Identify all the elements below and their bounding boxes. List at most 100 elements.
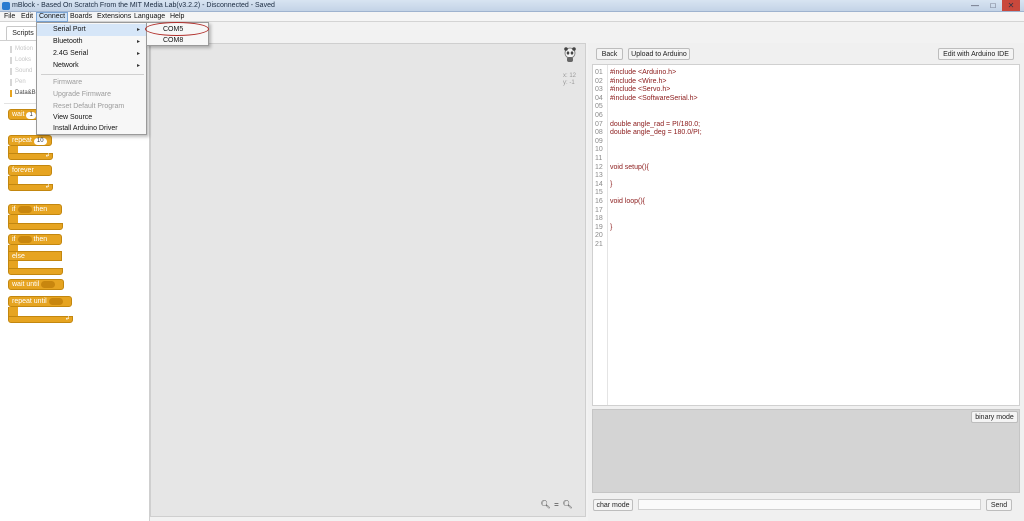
repeat-count-input[interactable]: 10 xyxy=(33,138,47,145)
zoom-reset-button[interactable]: = xyxy=(551,500,562,510)
menu-language[interactable]: Language xyxy=(132,12,167,22)
menu-bar: File Edit Connect Boards Extensions Lang… xyxy=(0,12,1024,22)
code-line: } xyxy=(610,223,613,231)
line-number: 02 xyxy=(595,77,603,85)
zoom-out-icon[interactable]: 🔍︎ xyxy=(540,500,551,510)
line-number: 11 xyxy=(595,155,603,162)
condition-slot[interactable] xyxy=(48,297,63,305)
if-then-foot xyxy=(8,223,63,230)
line-number: 04 xyxy=(595,94,603,102)
menu-item-label: Bluetooth xyxy=(53,38,83,45)
line-number: 19 xyxy=(595,223,603,231)
menu-item-label: 2.4G Serial xyxy=(53,50,89,57)
condition-slot[interactable] xyxy=(17,205,32,213)
loop-arrow-icon: ↲ xyxy=(44,153,50,159)
menu-item-24g-serial[interactable]: 2.4G Serial ▸ xyxy=(37,48,146,60)
menu-help[interactable]: Help xyxy=(168,12,186,22)
code-line: void loop(){ xyxy=(610,198,646,205)
port-com8[interactable]: COM8 xyxy=(147,35,208,46)
menu-connect[interactable]: Connect xyxy=(36,12,69,22)
category-sound[interactable]: Sound xyxy=(10,67,38,76)
line-number: 06 xyxy=(595,112,603,119)
repeat-until-block[interactable]: repeat until xyxy=(8,296,72,307)
wait-until-block[interactable]: wait until xyxy=(8,279,64,290)
annotation-circle xyxy=(145,22,209,36)
loop-arrow-icon: ↲ xyxy=(64,316,70,322)
tab-scripts[interactable]: Scripts xyxy=(6,26,40,40)
code-line: #include <Wire.h> xyxy=(610,77,667,85)
line-number: 12 xyxy=(595,163,603,171)
if-label: if xyxy=(12,206,16,213)
line-number: 08 xyxy=(595,129,603,137)
code-line: } xyxy=(610,180,613,188)
category-data-blocks[interactable]: Data&Blocks xyxy=(10,89,49,98)
title-bar: mBlock - Based On Scratch From the MIT M… xyxy=(0,0,1024,12)
menu-extensions[interactable]: Extensions xyxy=(95,12,133,22)
zoom-in-icon[interactable]: 🔍︎ xyxy=(562,500,573,510)
else-section: else xyxy=(8,251,62,261)
window-title: mBlock - Based On Scratch From the MIT M… xyxy=(12,2,275,9)
submenu-arrow-icon: ▸ xyxy=(136,63,140,69)
code-line: void setup(){ xyxy=(610,163,649,171)
send-button[interactable]: Send xyxy=(986,499,1012,511)
submenu-arrow-icon: ▸ xyxy=(136,39,140,45)
menu-file[interactable]: File xyxy=(2,12,17,22)
code-editor[interactable]: 01 #include <Arduino.h> 02 #include <Wire.h… xyxy=(592,64,1020,406)
panda-sprite-icon[interactable] xyxy=(563,47,577,63)
wait-label: wait xyxy=(12,111,25,118)
minimize-button[interactable]: — xyxy=(966,0,984,11)
wait-seconds-input[interactable]: 1 xyxy=(26,112,36,119)
menu-item-serial-port[interactable]: Serial Port ▸ xyxy=(37,24,146,36)
serial-input[interactable] xyxy=(638,499,981,510)
repeat-until-foot: ↲ xyxy=(8,316,73,323)
loop-arrow-icon: ↲ xyxy=(44,184,50,190)
coord-y: y: -1 xyxy=(563,80,575,86)
menu-boards[interactable]: Boards xyxy=(68,12,94,22)
menu-item-upgrade-firmware: Upgrade Firmware xyxy=(53,91,111,98)
line-number: 18 xyxy=(595,215,603,223)
scripts-area[interactable] xyxy=(150,43,586,517)
category-motion[interactable]: Motion xyxy=(10,45,38,54)
menu-edit[interactable]: Edit xyxy=(19,12,35,22)
if-then-block[interactable]: if then xyxy=(8,204,62,215)
menu-separator xyxy=(41,74,144,75)
category-looks[interactable]: Looks xyxy=(10,56,38,65)
app-icon xyxy=(2,2,10,10)
gutter-divider xyxy=(607,65,608,405)
binary-mode-button[interactable]: binary mode xyxy=(971,411,1018,423)
maximize-button[interactable]: □ xyxy=(984,0,1002,11)
edit-with-arduino-ide-button[interactable]: Edit with Arduino IDE xyxy=(938,48,1014,60)
submenu-arrow-icon: ▸ xyxy=(136,51,140,57)
category-pen[interactable]: Pen xyxy=(10,78,38,87)
menu-item-network[interactable]: Network ▸ xyxy=(37,60,146,72)
if-else-foot xyxy=(8,268,63,275)
repeat-block[interactable]: repeat 10 xyxy=(8,135,52,146)
line-number: 03 xyxy=(595,86,603,94)
code-line: double angle_deg = 180.0/PI; xyxy=(610,129,702,137)
line-number: 01 xyxy=(595,69,603,76)
close-button[interactable]: ✕ xyxy=(1002,0,1020,11)
code-line: #include <Servo.h> xyxy=(610,86,671,94)
submenu-arrow-icon: ▸ xyxy=(136,27,140,33)
line-number: 16 xyxy=(595,198,603,205)
char-mode-button[interactable]: char mode xyxy=(593,499,633,511)
back-button[interactable]: Back xyxy=(596,48,623,60)
if-label: if xyxy=(12,236,16,243)
menu-item-bluetooth[interactable]: Bluetooth ▸ xyxy=(37,36,146,48)
repeat-until-label: repeat until xyxy=(12,298,47,305)
line-number: 15 xyxy=(595,189,603,197)
condition-slot[interactable] xyxy=(17,235,32,243)
if-else-block[interactable]: if then xyxy=(8,234,62,245)
coord-x: x: 12 xyxy=(563,73,577,79)
sprite-coordinates: x: 12 y: -1 xyxy=(563,73,576,87)
connect-menu: Serial Port ▸ Bluetooth ▸ 2.4G Serial ▸ … xyxy=(36,22,147,135)
menu-item-install-arduino-driver[interactable]: Install Arduino Driver xyxy=(37,123,146,135)
line-number: 07 xyxy=(595,120,603,128)
forever-block[interactable]: forever xyxy=(8,165,52,176)
line-number: 14 xyxy=(595,180,603,188)
repeat-block-foot: ↲ xyxy=(8,153,53,160)
serial-monitor xyxy=(592,409,1020,493)
forever-block-foot: ↲ xyxy=(8,184,53,191)
condition-slot[interactable] xyxy=(41,280,56,288)
upload-to-arduino-button[interactable]: Upload to Arduino xyxy=(628,48,690,60)
